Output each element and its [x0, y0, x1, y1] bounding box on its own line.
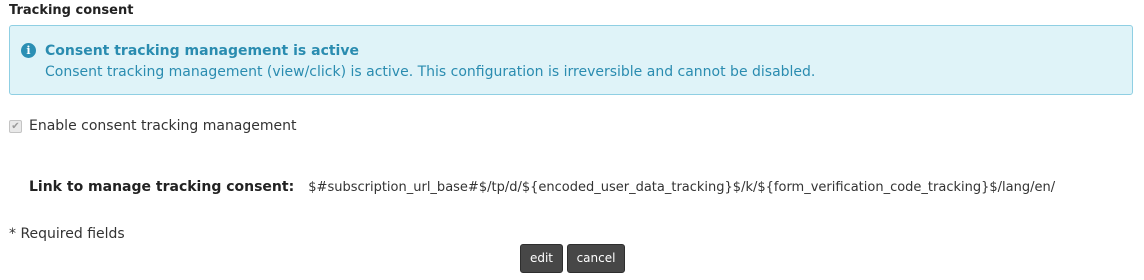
section-title: Tracking consent	[9, 3, 134, 18]
edit-button[interactable]: edit	[520, 244, 563, 273]
enable-consent-checkbox[interactable]: ✔	[9, 119, 22, 133]
info-alert: i Consent tracking management is active …	[9, 25, 1133, 95]
required-fields-note: * Required fields	[9, 226, 125, 242]
alert-heading: Consent tracking management is active	[45, 43, 359, 59]
alert-text: Consent tracking management (view/click)…	[45, 64, 816, 80]
tracking-consent-page: Tracking consent i Consent tracking mana…	[0, 0, 1144, 280]
info-icon: i	[21, 43, 36, 58]
cancel-button[interactable]: cancel	[567, 244, 625, 273]
tracking-link-value: $#subscription_url_base#$/tp/d/${encoded…	[308, 180, 1056, 195]
enable-consent-label: Enable consent tracking management	[29, 118, 297, 134]
consent-checkbox-row: ✔ Enable consent tracking management	[9, 118, 297, 134]
tracking-link-label: Link to manage tracking consent:	[29, 179, 295, 195]
tracking-link-row: Link to manage tracking consent: $#subsc…	[29, 176, 1055, 195]
